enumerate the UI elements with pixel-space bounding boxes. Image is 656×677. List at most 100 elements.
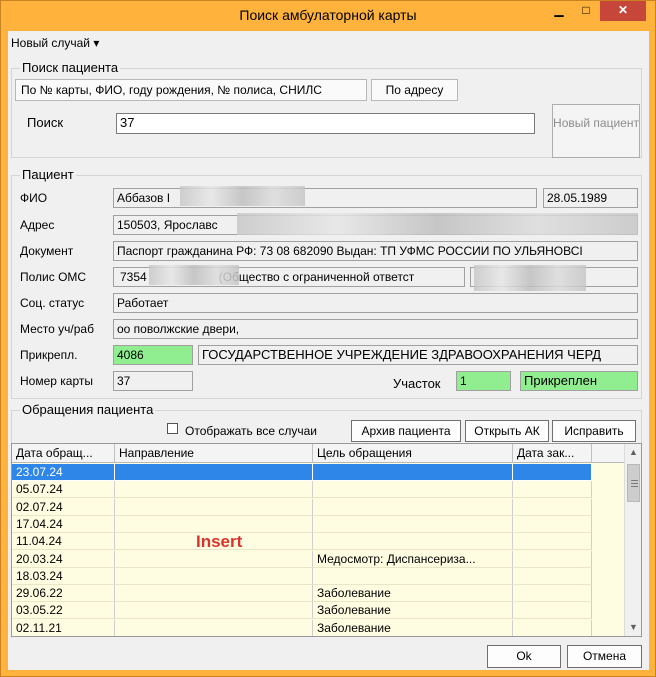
menu-bar: Новый случай ▾ [8, 31, 649, 55]
table-cell-purpose [313, 533, 513, 551]
table-row[interactable]: 29.06.22 Заболевание [12, 585, 592, 603]
table-cell-direction [115, 464, 313, 481]
table-cell-purpose [313, 498, 513, 516]
table-cell-date: 20.03.24 [12, 550, 115, 568]
table-cell-purpose [313, 515, 513, 533]
district-field: 1 [456, 371, 511, 391]
table-row[interactable]: 23.07.24 [12, 464, 592, 481]
cancel-button[interactable]: Отмена [567, 645, 642, 668]
table-cell-date: 29.06.22 [12, 585, 115, 603]
table-row[interactable]: 18.03.24 [12, 567, 592, 585]
tab-search-by-card[interactable]: По № карты, ФИО, году рождения, № полиса… [15, 79, 367, 101]
column-header-date[interactable]: Дата обращ... [12, 444, 115, 463]
search-label: Поиск [27, 115, 64, 130]
scroll-down-icon[interactable]: ▼ [625, 619, 641, 636]
workplace-field: оо поволжские двери, [113, 319, 638, 339]
table-row[interactable]: 02.11.21 Заболевание [12, 619, 592, 636]
redacted-area [237, 213, 638, 235]
policy-label: Полис ОМС [20, 270, 87, 284]
table-cell-closed [513, 464, 592, 481]
document-label: Документ [20, 244, 74, 258]
table-cell-closed [513, 481, 592, 499]
open-card-button[interactable]: Открыть АК [465, 420, 549, 442]
column-header-direction[interactable]: Направление [115, 444, 313, 463]
new-patient-button[interactable]: Новый пациент [552, 104, 640, 158]
search-group: Поиск пациента По № карты, ФИО, году рож… [11, 60, 642, 158]
policy-number: 7354 [120, 270, 147, 284]
table-cell-direction [115, 498, 313, 516]
table-cell-date: 18.03.24 [12, 567, 115, 585]
title-bar: Поиск амбулаторной карты ▁ □ ✕ [1, 1, 655, 31]
ok-button[interactable]: Ok [487, 645, 561, 668]
column-header-closed[interactable]: Дата зак... [513, 444, 592, 463]
attach-code-field: 4086 [113, 345, 193, 365]
address-label: Адрес [20, 218, 55, 232]
attach-status-field: Прикреплен [520, 371, 638, 391]
card-number-field: 37 [113, 371, 193, 391]
workplace-label: Место уч/раб [20, 322, 94, 336]
table-cell-direction [115, 567, 313, 585]
table-cell-closed [513, 533, 592, 551]
table-header: Дата обращ... Направление Цель обращения… [12, 444, 641, 463]
scroll-up-icon[interactable]: ▲ [625, 444, 641, 461]
table-cell-direction [115, 481, 313, 499]
search-input[interactable]: 37 [116, 113, 535, 134]
table-cell-closed [513, 498, 592, 516]
redacted-area [180, 186, 305, 206]
table-row[interactable]: 20.03.24 Медосмотр: Диспансериза... [12, 550, 592, 568]
show-all-label[interactable]: Отображать все случаи [185, 424, 317, 438]
table-cell-closed [513, 585, 592, 603]
table-cell-closed [513, 602, 592, 620]
search-group-label: Поиск пациента [20, 60, 121, 75]
document-field: Паспорт гражданина РФ: 73 08 682090 Выда… [113, 241, 638, 261]
table-cell-date: 17.04.24 [12, 515, 115, 533]
table-cell-purpose [313, 481, 513, 499]
fio-label: ФИО [20, 191, 48, 205]
table-cell-direction [115, 619, 313, 636]
table-cell-closed [513, 567, 592, 585]
scroll-thumb[interactable] [627, 464, 640, 502]
dialog-window: Поиск амбулаторной карты ▁ □ ✕ Новый слу… [0, 0, 656, 677]
insert-indicator: Insert [196, 532, 243, 551]
tab-search-by-address[interactable]: По адресу [371, 79, 458, 101]
show-all-checkbox[interactable] [167, 423, 178, 434]
table-cell-date: 05.07.24 [12, 481, 115, 499]
district-label: Участок [393, 376, 441, 391]
patient-group-label: Пациент [20, 167, 76, 182]
fio-field: Аббазов I [113, 188, 537, 208]
table-cell-direction [115, 550, 313, 568]
archive-button[interactable]: Архив пациента [351, 420, 461, 442]
table-cell-purpose: Заболевание [313, 602, 513, 620]
column-header-purpose[interactable]: Цель обращения [313, 444, 513, 463]
table-row[interactable]: 17.04.24 [12, 515, 592, 533]
table-cell-date: 02.07.24 [12, 498, 115, 516]
maximize-button[interactable]: □ [573, 1, 599, 21]
table-cell-purpose: Заболевание [313, 585, 513, 603]
vertical-scrollbar[interactable]: ▲ ▼ [624, 444, 641, 636]
card-number-label: Номер карты [20, 374, 93, 388]
table-cell-purpose: Медосмотр: Диспансериза... [313, 550, 513, 568]
table-cell-direction [115, 585, 313, 603]
close-button[interactable]: ✕ [600, 1, 646, 21]
visits-group-label: Обращения пациента [20, 402, 156, 417]
fix-button[interactable]: Исправить [552, 420, 636, 442]
table-row[interactable]: 03.05.22 Заболевание [12, 602, 592, 620]
table-cell-direction [115, 515, 313, 533]
table-row[interactable]: 02.07.24 [12, 498, 592, 516]
visits-table: Дата обращ... Направление Цель обращения… [11, 443, 642, 637]
table-row[interactable]: 11.04.24 [12, 533, 592, 551]
table-cell-purpose: Заболевание [313, 619, 513, 636]
attach-org-field: ГОСУДАРСТВЕННОЕ УЧРЕЖДЕНИЕ ЗДРАВООХРАНЕН… [198, 345, 638, 365]
new-case-menu[interactable]: Новый случай ▾ [11, 36, 99, 50]
client-area: Новый случай ▾ Поиск пациента По № карты… [8, 31, 649, 670]
minimize-button[interactable]: ▁ [546, 1, 572, 21]
table-cell-date: 23.07.24 [12, 464, 115, 481]
table-cell-date: 02.11.21 [12, 619, 115, 636]
table-cell-date: 03.05.22 [12, 602, 115, 620]
policy-company: (Общество с ограниченной ответст [218, 270, 415, 284]
table-cell-date: 11.04.24 [12, 533, 115, 551]
table-cell-closed [513, 619, 592, 636]
table-row[interactable]: 05.07.24 [12, 481, 592, 499]
social-status-label: Соц. статус [20, 296, 85, 310]
patient-group: Пациент ФИО Аббазов I 28.05.1989 Адрес 1… [11, 167, 642, 399]
